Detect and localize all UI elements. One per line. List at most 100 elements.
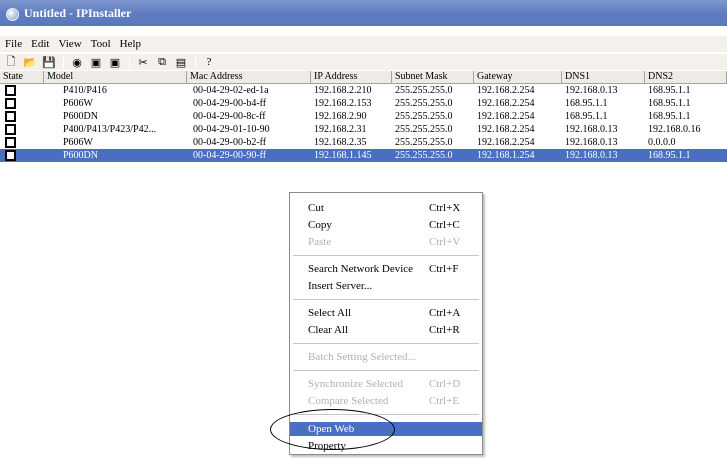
- menu-item-synchronize-selected[interactable]: Synchronize Selected Ctrl+D: [290, 377, 482, 391]
- cell-dns1: 168.95.1.1: [565, 98, 608, 109]
- cell-gateway: 192.168.2.254: [477, 98, 535, 109]
- cell-dns1: 192.168.0.13: [565, 85, 618, 96]
- state-checkbox[interactable]: [5, 98, 16, 109]
- state-checkbox[interactable]: [5, 137, 16, 148]
- cell-model: P400/P413/P423/P42...: [63, 124, 157, 135]
- table-row[interactable]: P600DN 00-04-29-00-8c-ff 192.168.2.90 25…: [0, 110, 727, 123]
- cell-model: P410/P416: [63, 85, 107, 96]
- toolbar: 🗋 📂 💾 ◉ ▣ ▣ ✂ ⧉ ▤ ?: [0, 53, 727, 70]
- menu-item-label: Select All: [308, 307, 352, 319]
- cell-dns2: 168.95.1.1: [648, 150, 691, 161]
- cell-ip: 192.168.2.31: [314, 124, 367, 135]
- cell-subnet: 255.255.255.0: [395, 98, 453, 109]
- menu-item-shortcut: Ctrl+D: [429, 378, 461, 390]
- state-checkbox[interactable]: [5, 111, 16, 122]
- cell-dns1: 192.168.0.13: [565, 150, 618, 161]
- menu-item-batch-setting[interactable]: Batch Setting Selected...: [290, 350, 482, 364]
- new-icon[interactable]: 🗋: [4, 55, 18, 69]
- menu-item-clear-all[interactable]: Clear All Ctrl+R: [290, 323, 482, 337]
- search-icon[interactable]: ◉: [70, 55, 84, 69]
- menu-item-shortcut: Ctrl+F: [429, 263, 459, 275]
- cell-ip: 192.168.2.90: [314, 111, 367, 122]
- column-header-dns2[interactable]: DNS2: [645, 71, 727, 84]
- menu-item-search-network-device[interactable]: Search Network Device Ctrl+F: [290, 262, 482, 276]
- cell-subnet: 255.255.255.0: [395, 124, 453, 135]
- cell-subnet: 255.255.255.0: [395, 111, 453, 122]
- window-title: Untitled - IPInstaller: [24, 5, 132, 20]
- menu-help[interactable]: Help: [120, 38, 141, 50]
- menu-item-insert-server[interactable]: Insert Server...: [290, 279, 482, 293]
- cell-ip: 192.168.1.145: [314, 150, 372, 161]
- title-bar: Untitled - IPInstaller: [0, 0, 727, 26]
- menu-file[interactable]: File: [5, 38, 22, 50]
- menu-separator: [293, 299, 479, 300]
- menu-item-paste[interactable]: Paste Ctrl+V: [290, 235, 482, 249]
- menu-tool[interactable]: Tool: [91, 38, 111, 50]
- column-header-model[interactable]: Model: [44, 71, 187, 84]
- cell-gateway: 192.168.2.254: [477, 85, 535, 96]
- column-header-gateway[interactable]: Gateway: [474, 71, 562, 84]
- cell-subnet: 255.255.255.0: [395, 150, 453, 161]
- menu-view[interactable]: View: [58, 38, 81, 50]
- cut-icon[interactable]: ✂: [136, 55, 150, 69]
- state-checkbox[interactable]: [5, 150, 16, 161]
- device2-icon[interactable]: ▣: [108, 55, 122, 69]
- save-icon[interactable]: 💾: [42, 55, 56, 69]
- menu-item-label: Paste: [308, 236, 332, 248]
- table-row[interactable]: P606W 00-04-29-00-b4-ff 192.168.2.153 25…: [0, 97, 727, 110]
- cell-model: P606W: [63, 98, 93, 109]
- cell-ip: 192.168.2.153: [314, 98, 372, 109]
- state-checkbox[interactable]: [5, 124, 16, 135]
- copy-icon[interactable]: ⧉: [155, 55, 169, 69]
- toolbar-separator: [129, 55, 130, 69]
- table-row-selected[interactable]: P600DN 00-04-29-00-90-ff 192.168.1.145 2…: [0, 149, 727, 162]
- menu-item-label: Synchronize Selected: [308, 378, 403, 390]
- column-header-mac[interactable]: Mac Address: [187, 71, 311, 84]
- cell-dns1: 168.95.1.1: [565, 111, 608, 122]
- table-row[interactable]: P410/P416 00-04-29-02-ed-1a 192.168.2.21…: [0, 84, 727, 97]
- help-icon[interactable]: ?: [202, 55, 216, 69]
- cell-dns2: 168.95.1.1: [648, 85, 691, 96]
- menu-item-label: Compare Selected: [308, 395, 389, 407]
- column-header-ip[interactable]: IP Address: [311, 71, 392, 84]
- cell-ip: 192.168.2.35: [314, 137, 367, 148]
- cell-gateway: 192.168.2.254: [477, 124, 535, 135]
- cell-gateway: 192.168.1.254: [477, 150, 535, 161]
- menu-item-shortcut: Ctrl+E: [429, 395, 460, 407]
- column-header-subnet[interactable]: Subnet Mask: [392, 71, 474, 84]
- context-menu: Cut Ctrl+X Copy Ctrl+C Paste Ctrl+V Sear…: [289, 192, 483, 455]
- menu-item-label: Insert Server...: [308, 280, 373, 292]
- menu-item-select-all[interactable]: Select All Ctrl+A: [290, 306, 482, 320]
- menu-bar: File Edit View Tool Help: [0, 36, 727, 52]
- menu-edit[interactable]: Edit: [31, 38, 49, 50]
- menu-item-open-web[interactable]: Open Web: [290, 422, 482, 436]
- app-icon: [4, 6, 19, 21]
- cell-dns2: 192.168.0.16: [648, 124, 701, 135]
- device-icon[interactable]: ▣: [89, 55, 103, 69]
- cell-dns2: 168.95.1.1: [648, 111, 691, 122]
- menu-separator: [293, 414, 479, 415]
- cell-model: P600DN: [63, 111, 99, 122]
- paste-icon[interactable]: ▤: [174, 55, 188, 69]
- cell-dns1: 192.168.0.13: [565, 137, 618, 148]
- menu-item-cut[interactable]: Cut Ctrl+X: [290, 201, 482, 215]
- menu-item-compare-selected[interactable]: Compare Selected Ctrl+E: [290, 394, 482, 408]
- menu-separator: [293, 255, 479, 256]
- cell-mac: 00-04-29-02-ed-1a: [193, 85, 269, 96]
- menu-item-shortcut: Ctrl+A: [429, 307, 461, 319]
- menu-item-copy[interactable]: Copy Ctrl+C: [290, 218, 482, 232]
- table-row[interactable]: P400/P413/P423/P42... 00-04-29-01-10-90 …: [0, 123, 727, 136]
- menu-separator: [293, 343, 479, 344]
- menu-item-shortcut: Ctrl+V: [429, 236, 461, 248]
- cell-mac: 00-04-29-00-b2-ff: [193, 137, 267, 148]
- menu-item-label: Cut: [308, 202, 324, 214]
- table-row[interactable]: P606W 00-04-29-00-b2-ff 192.168.2.35 255…: [0, 136, 727, 149]
- menu-item-shortcut: Ctrl+C: [429, 219, 460, 231]
- column-header-dns1[interactable]: DNS1: [562, 71, 645, 84]
- open-icon[interactable]: 📂: [23, 55, 37, 69]
- menu-item-property[interactable]: Property: [290, 439, 482, 453]
- state-checkbox[interactable]: [5, 85, 16, 96]
- cell-gateway: 192.168.2.254: [477, 137, 535, 148]
- menu-item-label: Open Web: [308, 423, 355, 435]
- column-header-state[interactable]: State: [0, 71, 44, 84]
